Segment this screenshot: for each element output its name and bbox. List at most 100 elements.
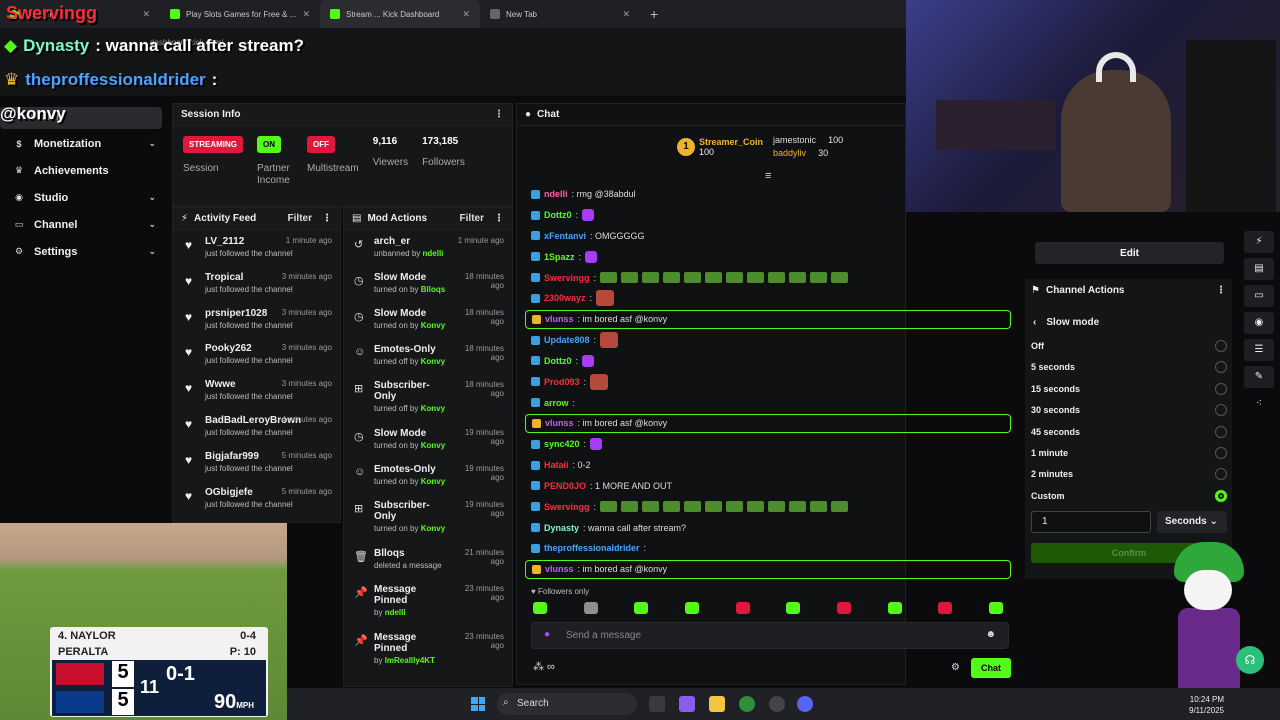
activity-user[interactable]: Pooky262 — [205, 343, 293, 354]
chat-username[interactable]: PEND0JO — [544, 481, 586, 491]
mod-action-item[interactable]: ⊞ Subscriber-Only turned on by Konvy 19 min… — [344, 494, 512, 542]
close-icon[interactable]: ✕ — [302, 9, 310, 20]
radio-button[interactable] — [1215, 340, 1227, 352]
mod-action-moderator[interactable]: ndelli — [423, 249, 444, 258]
slow-mode-option[interactable]: Off — [1031, 340, 1227, 352]
activity-item[interactable]: ♥ Tropical just followed the channel 3 minu… — [173, 266, 340, 302]
emoji-icon[interactable]: ☻ — [985, 629, 996, 640]
wrench-icon[interactable]: ✎ — [1244, 366, 1274, 388]
emote-icon[interactable] — [533, 602, 547, 614]
activity-item[interactable]: ♥ Bigjafar999 just followed the channel 5 m… — [173, 445, 340, 481]
chat-username[interactable]: Dottz0 — [544, 210, 572, 220]
activity-item[interactable]: ♥ Pooky262 just followed the channel 3 minu… — [173, 337, 340, 373]
chat-username[interactable]: ndelli — [544, 189, 568, 199]
taskbar-search[interactable]: ⌕ Search — [497, 693, 637, 715]
mod-action-item[interactable]: 🗑 Blloqs deleted a message 21 minutes ago — [344, 542, 512, 578]
slow-mode-option[interactable]: 1 minute — [1031, 447, 1227, 459]
activity-item[interactable]: ♥ OGbigjefe just followed the channel 5 min… — [173, 481, 340, 517]
edit-button[interactable]: Edit — [1035, 242, 1224, 264]
close-icon[interactable]: ✕ — [622, 9, 630, 20]
activity-item[interactable]: ♥ BadBadLeroyBrown just followed the chann… — [173, 409, 340, 445]
radio-button[interactable] — [1215, 361, 1227, 374]
new-tab-icon[interactable]: + — [640, 6, 668, 22]
mod-action-item[interactable]: ☺ Emotes-Only turned off by Konvy 18 minute… — [344, 338, 512, 374]
chat-username[interactable]: Update808 — [544, 335, 590, 345]
list-icon[interactable]: ☰ — [1244, 339, 1274, 361]
chat-username[interactable]: Swervingg — [544, 502, 590, 512]
custom-slow-input[interactable]: 1 — [1031, 511, 1151, 533]
mod-action-item[interactable]: ◷ Slow Mode turned on by Konvy 19 minutes a… — [344, 422, 512, 458]
nav-item-monetization[interactable]: $ Monetization ⌄ — [0, 130, 170, 157]
unit-select[interactable]: Seconds ⌄ — [1157, 511, 1227, 533]
emote-icon[interactable] — [988, 602, 1003, 614]
chat-username[interactable]: xFentanvi — [544, 231, 586, 241]
microphone-icon[interactable]: ● — [544, 629, 550, 640]
chat-username[interactable]: Dottz0 — [544, 356, 572, 366]
chat-input[interactable]: ● Send a message ☻ — [531, 622, 1009, 649]
nodes-icon[interactable]: ⁖ — [1244, 393, 1274, 415]
mod-action-moderator[interactable]: ImReallly4KT — [385, 656, 435, 665]
discord-icon[interactable] — [797, 696, 813, 712]
activity-user[interactable]: Wwwe — [205, 379, 293, 390]
radio-button[interactable] — [1215, 425, 1227, 438]
chat-username[interactable]: arrow — [544, 398, 569, 408]
mod-action-moderator[interactable]: Konvy — [421, 404, 445, 413]
activity-item[interactable]: ♥ Wwwe just followed the channel 3 minutes … — [173, 373, 340, 409]
mod-action-moderator[interactable]: ndelli — [385, 608, 406, 617]
mod-action-moderator[interactable]: Konvy — [421, 477, 445, 486]
mod-action-item[interactable]: ◷ Slow Mode turned on by Blloqs 18 minutes … — [344, 266, 512, 302]
emote-icon[interactable] — [735, 602, 750, 614]
more-icon[interactable]: ⋮ — [494, 213, 504, 224]
mod-action-item[interactable]: ◷ Slow Mode turned on by Konvy 18 minutes a… — [344, 302, 512, 338]
system-clock[interactable]: 10:24 PM 9/11/2025 — [1189, 694, 1224, 716]
gear-icon[interactable]: ⚙ — [951, 662, 960, 673]
chat-username[interactable]: vlunss — [545, 564, 574, 574]
nav-item-channel[interactable]: ▭ Channel ⌄ — [0, 211, 170, 238]
radio-button[interactable] — [1215, 468, 1227, 481]
folder-icon[interactable] — [709, 696, 725, 712]
chat-username[interactable]: Swervingg — [544, 273, 590, 283]
mod-action-item[interactable]: ☺ Emotes-Only turned on by Konvy 19 minutes… — [344, 458, 512, 494]
mod-action-moderator[interactable]: Konvy — [421, 524, 445, 533]
chat-username[interactable]: Prod093 — [544, 377, 580, 387]
slow-mode-option[interactable]: Custom — [1031, 489, 1227, 502]
support-icon[interactable]: ☊ — [1236, 646, 1264, 674]
mod-action-item[interactable]: ⊞ Subscriber-Only turned off by Konvy 18 mi… — [344, 374, 512, 422]
nav-item-studio[interactable]: ◉ Studio ⌄ — [0, 184, 170, 211]
browser-tab[interactable]: Play Slots Games for Free & ... ✕ — [160, 0, 320, 28]
file-explorer-icon[interactable] — [649, 696, 665, 712]
slow-mode-option[interactable]: 15 seconds — [1031, 382, 1227, 395]
slow-mode-option[interactable]: 45 seconds — [1031, 425, 1227, 438]
activity-user[interactable]: Tropical — [205, 272, 293, 283]
activity-user[interactable]: Bigjafar999 — [205, 451, 293, 462]
chat-username[interactable]: Dynasty — [544, 523, 579, 533]
mod-action-item[interactable]: 📌 Message Pinned by ImReallly4KT 23 minutes… — [344, 626, 512, 674]
collapse-icon[interactable]: ≡ — [765, 170, 771, 182]
chrome-icon[interactable] — [739, 696, 755, 712]
activity-item[interactable]: ♥ LV_2112 just followed the channel 1 minut… — [173, 230, 340, 266]
mod-action-moderator[interactable]: Konvy — [421, 357, 445, 366]
slow-mode-option[interactable]: 5 seconds — [1031, 361, 1227, 374]
radio-button[interactable] — [1215, 382, 1227, 395]
mod-action-moderator[interactable]: Konvy — [421, 321, 445, 330]
emote-icon[interactable] — [684, 602, 699, 614]
emote-icon[interactable] — [634, 602, 649, 614]
copilot-icon[interactable] — [679, 696, 695, 712]
emote-icon[interactable] — [887, 602, 902, 614]
more-icon[interactable]: ⋮ — [322, 213, 332, 224]
mod-filter-button[interactable]: Filter — [460, 213, 484, 224]
lightning-icon[interactable]: ⚡ — [1244, 231, 1274, 253]
send-chat-button[interactable]: Chat — [971, 658, 1011, 678]
chat-tools[interactable]: ⁂ ∞ — [533, 660, 555, 673]
document-icon[interactable]: ▤ — [1244, 258, 1274, 280]
chat-username[interactable]: vlunss — [545, 418, 574, 428]
activity-user[interactable]: prsniper1028 — [205, 308, 293, 319]
nav-item-settings[interactable]: ⚙ Settings ⌄ — [0, 238, 170, 265]
emote-icon[interactable] — [836, 602, 851, 614]
slow-mode-back[interactable]: ‹ Slow mode — [1033, 317, 1099, 328]
chat-username[interactable]: 2300wayz — [544, 293, 586, 303]
activity-filter-button[interactable]: Filter — [288, 213, 312, 224]
chat-username[interactable]: 1Spazz — [544, 252, 575, 262]
chat-username[interactable]: sync420 — [544, 439, 580, 449]
activity-user[interactable]: LV_2112 — [205, 236, 293, 247]
